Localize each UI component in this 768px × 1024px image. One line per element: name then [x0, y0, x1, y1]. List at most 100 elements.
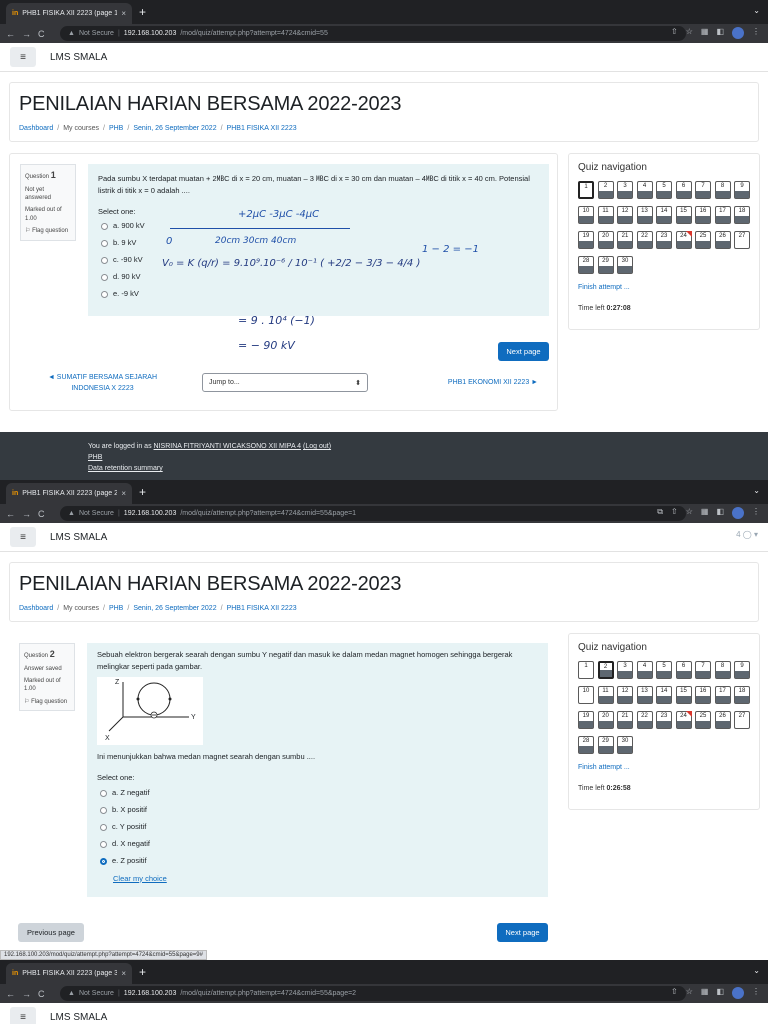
breadcrumb-quiz[interactable]: PHB1 FISIKA XII 2223	[227, 605, 297, 612]
quiz-nav-button[interactable]: 25	[695, 231, 711, 249]
share-icon[interactable]: ⇧	[671, 987, 678, 999]
quiz-nav-button[interactable]: 6	[675, 181, 692, 199]
quiz-nav-button[interactable]: 12	[617, 206, 633, 224]
answer-option[interactable]: c. Y positif	[97, 819, 538, 836]
radio-button[interactable]	[100, 789, 107, 797]
logout-link[interactable]: (Log out)	[303, 443, 331, 450]
tab-search-chevron-icon[interactable]: ⌄	[753, 966, 760, 975]
share-icon[interactable]: ⇧	[671, 27, 678, 39]
quiz-nav-button[interactable]: 7	[695, 661, 711, 679]
share-icon[interactable]: ⇧	[671, 507, 678, 519]
reload-icon[interactable]: C	[38, 509, 45, 519]
quiz-nav-button[interactable]: 12	[617, 686, 633, 704]
menu-kebab-icon[interactable]: ⋮	[752, 27, 760, 39]
back-arrow-icon[interactable]: ←	[6, 989, 15, 999]
forward-arrow-icon[interactable]: →	[22, 29, 31, 39]
quiz-nav-button[interactable]: 7	[695, 181, 711, 199]
clear-choice-link[interactable]: Clear my choice	[97, 873, 538, 885]
quiz-nav-button[interactable]: 18	[734, 206, 750, 224]
close-tab-icon[interactable]: ×	[121, 489, 126, 498]
tab-search-chevron-icon[interactable]: ⌄	[753, 6, 760, 15]
quiz-nav-button[interactable]: 26	[714, 711, 731, 729]
tab-search-chevron-icon[interactable]: ⌄	[753, 486, 760, 495]
quiz-nav-button[interactable]: 30	[617, 256, 633, 274]
footer-link-data-retention[interactable]: Data retention summary	[88, 463, 680, 474]
quiz-nav-button[interactable]: 20	[597, 711, 614, 729]
radio-button[interactable]	[101, 291, 108, 299]
quiz-nav-button[interactable]: 11	[597, 686, 614, 704]
close-tab-icon[interactable]: ×	[121, 969, 126, 978]
hamburger-menu-icon[interactable]: ≡	[10, 527, 36, 547]
extension-icon[interactable]: ▦	[701, 987, 709, 999]
quiz-nav-button[interactable]: 4	[636, 661, 653, 679]
new-tab-button[interactable]: +	[139, 5, 146, 19]
breadcrumb-dashboard[interactable]: Dashboard	[19, 605, 53, 612]
quiz-nav-button[interactable]: 27	[734, 711, 750, 729]
quiz-nav-button[interactable]: 10	[578, 206, 594, 224]
user-menu-fragment[interactable]: 4 ◯ ▾	[736, 530, 758, 539]
quiz-nav-button[interactable]: 20	[597, 231, 614, 249]
radio-button[interactable]	[101, 274, 108, 282]
address-bar[interactable]: ▲ Not Secure | 192.168.100.203/mod/quiz/…	[60, 506, 686, 521]
flag-question-link[interactable]: ⚐ Flag question	[24, 698, 70, 706]
quiz-nav-button[interactable]: 19	[578, 711, 594, 729]
hamburger-menu-icon[interactable]: ≡	[10, 1007, 36, 1024]
quiz-nav-button[interactable]: 21	[617, 711, 633, 729]
hamburger-menu-icon[interactable]: ≡	[10, 47, 36, 67]
quiz-nav-button[interactable]: 10	[578, 686, 594, 704]
quiz-nav-button[interactable]: 5	[656, 181, 672, 199]
sidepanel-icon[interactable]: ◧	[716, 507, 724, 519]
answer-option[interactable]: e. -9 kV	[98, 286, 539, 303]
quiz-nav-button[interactable]: 2	[597, 661, 614, 679]
quiz-nav-button[interactable]: 29	[597, 736, 614, 754]
quiz-nav-button[interactable]: 19	[578, 231, 594, 249]
quiz-nav-button[interactable]: 23	[656, 231, 672, 249]
quiz-nav-button[interactable]: 30	[617, 736, 633, 754]
quiz-nav-button[interactable]: 17	[714, 206, 731, 224]
star-icon[interactable]: ☆	[686, 27, 693, 39]
quiz-nav-button[interactable]: 27	[734, 231, 750, 249]
next-activity-link[interactable]: PHB1 EKONOMI XII 2223 ►	[440, 377, 546, 388]
menu-kebab-icon[interactable]: ⋮	[752, 507, 760, 519]
next-page-button[interactable]: Next page	[498, 342, 549, 361]
quiz-nav-button[interactable]: 8	[714, 661, 731, 679]
quiz-nav-button[interactable]: 8	[714, 181, 731, 199]
quiz-nav-button[interactable]: 25	[695, 711, 711, 729]
extension-icon[interactable]: ▦	[701, 27, 709, 39]
quiz-nav-button[interactable]: 16	[695, 206, 711, 224]
finish-attempt-link[interactable]: Finish attempt ...	[578, 764, 750, 771]
reload-icon[interactable]: C	[38, 29, 45, 39]
answer-option-selected[interactable]: e. Z positif	[97, 853, 538, 870]
radio-button[interactable]	[101, 223, 108, 231]
answer-option[interactable]: d. 90 kV	[98, 269, 539, 286]
back-arrow-icon[interactable]: ←	[6, 509, 15, 519]
browser-tab[interactable]: in PHB1 FISIKA XII 2223 (page 3 o ×	[6, 963, 132, 984]
quiz-nav-button[interactable]: 9	[734, 661, 750, 679]
menu-kebab-icon[interactable]: ⋮	[752, 987, 760, 999]
profile-avatar[interactable]	[732, 507, 744, 519]
translate-icon[interactable]: ⧉	[657, 507, 663, 519]
radio-button[interactable]	[101, 240, 108, 248]
user-link[interactable]: NISRINA FITRIYANTI WICAKSONO XII MIPA 4	[154, 443, 302, 450]
breadcrumb-date[interactable]: Senin, 26 September 2022	[133, 125, 216, 132]
quiz-nav-button[interactable]: 28	[578, 736, 594, 754]
quiz-nav-button[interactable]: 1	[578, 181, 594, 199]
quiz-nav-button[interactable]: 14	[656, 686, 672, 704]
browser-tab[interactable]: in PHB1 FISIKA XII 2223 (page 2 o ×	[6, 483, 132, 504]
footer-link-phb[interactable]: PHB	[88, 452, 680, 463]
quiz-nav-button[interactable]: 1	[578, 661, 594, 679]
back-arrow-icon[interactable]: ←	[6, 29, 15, 39]
quiz-nav-button[interactable]: 24	[675, 231, 692, 249]
finish-attempt-link[interactable]: Finish attempt ...	[578, 284, 750, 291]
previous-page-button[interactable]: Previous page	[18, 923, 84, 942]
breadcrumb-phb[interactable]: PHB	[109, 605, 123, 612]
jump-to-select[interactable]: Jump to... ⬍	[202, 373, 368, 392]
star-icon[interactable]: ☆	[686, 507, 693, 519]
quiz-nav-button[interactable]: 26	[714, 231, 731, 249]
quiz-nav-button[interactable]: 11	[597, 206, 614, 224]
breadcrumb-date[interactable]: Senin, 26 September 2022	[133, 605, 216, 612]
radio-button[interactable]	[100, 806, 107, 814]
address-bar[interactable]: ▲ Not Secure | 192.168.100.203/mod/quiz/…	[60, 986, 686, 1001]
address-bar[interactable]: ▲ Not Secure | 192.168.100.203/mod/quiz/…	[60, 26, 686, 41]
quiz-nav-button[interactable]: 23	[656, 711, 672, 729]
